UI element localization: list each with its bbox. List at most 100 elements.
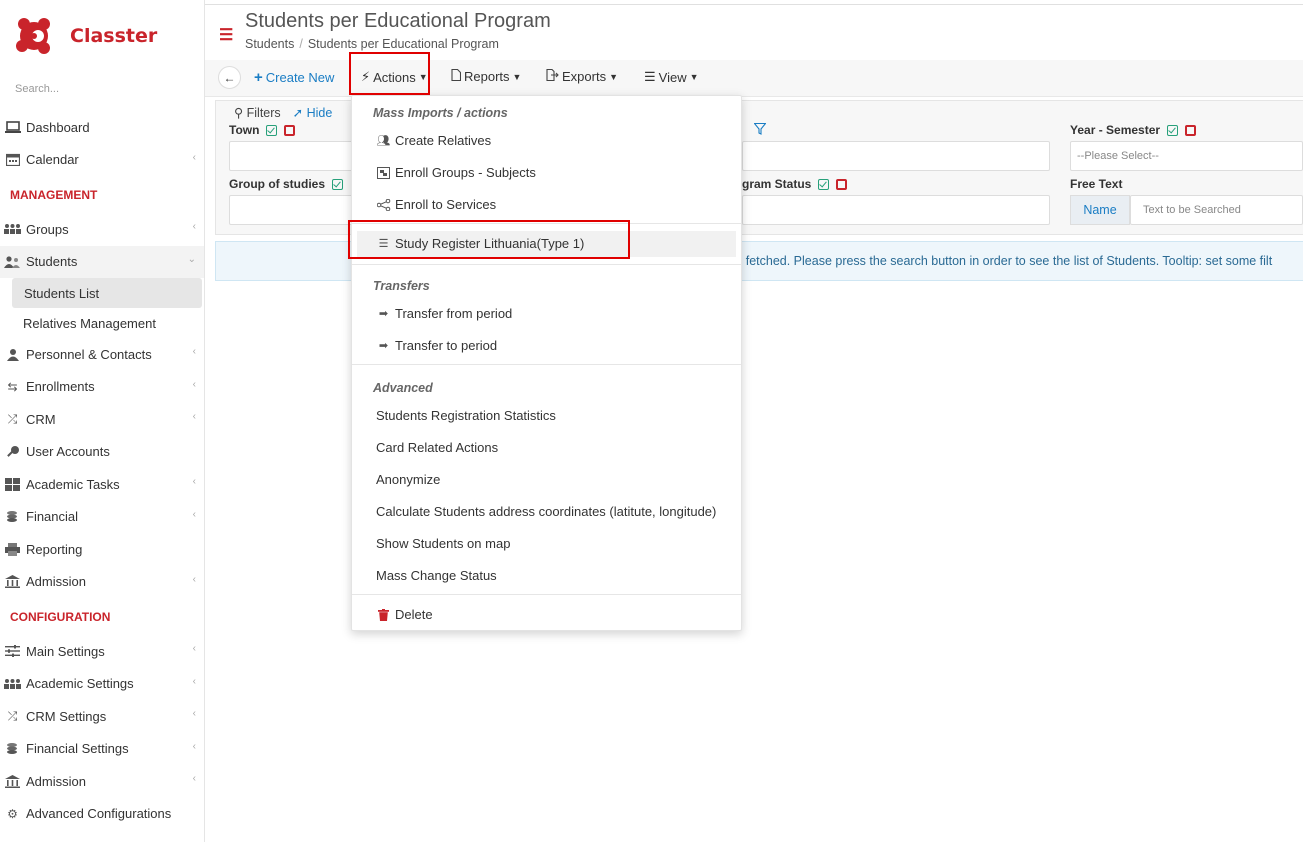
back-button[interactable]: ← (218, 66, 241, 89)
dropdown-header-transfers: Transfers (373, 279, 430, 293)
group-of-studies-filter-label: Group of studies (229, 177, 343, 191)
sidebar-item-financial-settings[interactable]: Financial Settings ‹ (0, 733, 204, 766)
view-button[interactable]: ☰ View ▼ (644, 69, 699, 85)
menu-item-transfer-to-period[interactable]: ➡ Transfer to period (376, 338, 497, 353)
group-of-studies-input[interactable] (229, 195, 359, 225)
chevron-left-icon: ‹ (192, 740, 196, 752)
actions-button[interactable]: ⚡︎ Actions ▼ (361, 69, 428, 85)
chevron-left-icon: ‹ (192, 151, 196, 163)
sidebar-item-students[interactable]: Students ⌄ (0, 245, 204, 278)
sidebar-item-label: Students (26, 254, 78, 270)
program-status-input[interactable] (742, 195, 1050, 225)
menu-item-students-registration-statistics[interactable]: Students Registration Statistics (376, 408, 556, 423)
actions-dropdown-menu: Mass Imports / actions 👥︎ Create Relative… (351, 95, 742, 631)
laptop-icon (4, 120, 21, 134)
sidebar-item-dashboard[interactable]: Dashboard (0, 111, 204, 144)
name-addon-button[interactable]: Name (1070, 195, 1130, 225)
exports-button[interactable]: Exports ▼ (546, 68, 618, 84)
dropdown-divider (352, 364, 741, 365)
caret-down-icon: ▼ (609, 71, 618, 82)
menu-item-calculate-coordinates[interactable]: Calculate Students address coordinates (… (376, 504, 716, 519)
info-message: s fetched. Please press the search butto… (736, 254, 1273, 268)
sidebar-item-admission-settings[interactable]: Admission ‹ (0, 765, 204, 798)
sidebar-subitem-relatives-management[interactable]: Relatives Management (0, 308, 204, 338)
sidebar-item-label: Academic Settings (26, 676, 134, 692)
remove-square-icon[interactable] (836, 178, 848, 190)
breadcrumb-item-students[interactable]: Students (245, 37, 294, 51)
sidebar-item-label: Advanced Configurations (26, 806, 172, 822)
menu-item-card-related-actions[interactable]: Card Related Actions (376, 440, 498, 455)
chevron-left-icon: ‹ (192, 411, 196, 422)
random-icon: ⤮ (7, 708, 18, 723)
menu-item-enroll-to-services[interactable]: Enroll to Services (376, 197, 496, 212)
sidebar-item-financial[interactable]: Financial ‹ (0, 501, 204, 534)
menu-item-create-relatives[interactable]: 👥︎ Create Relatives (376, 133, 492, 148)
chevron-left-icon: ‹ (192, 773, 196, 784)
sidebar-search-input[interactable]: Search... (15, 83, 59, 95)
sidebar-item-crm-settings[interactable]: ⤮ CRM Settings ‹ (0, 700, 204, 733)
sidebar-item-academic-settings[interactable]: Academic Settings ‹ (0, 668, 204, 701)
institution-icon (4, 575, 21, 589)
chevron-left-icon: ‹ (192, 508, 196, 520)
brand-name: Classter (70, 25, 158, 47)
reports-button[interactable]: Reports ▼ (451, 68, 521, 84)
sidebar-item-label: Calendar (26, 152, 79, 168)
year-semester-select[interactable]: --Please Select-- (1070, 141, 1303, 171)
filters-header: ⚲ Filters ➚ Hide (234, 105, 332, 120)
check-square-icon[interactable] (332, 178, 343, 190)
sidebar-item-admission[interactable]: Admission ‹ (0, 566, 204, 599)
page-title: Students per Educational Program (245, 10, 551, 32)
filter-icon[interactable] (753, 122, 767, 138)
sidebar-item-advanced-configurations[interactable]: ⚙ Advanced Configurations (0, 798, 204, 831)
classter-logo-icon (14, 14, 54, 58)
sidebar-item-enrollments[interactable]: ⇆ Enrollments ‹ (0, 371, 204, 404)
menu-item-enroll-groups-subjects[interactable]: Enroll Groups - Subjects (376, 165, 536, 180)
share-nodes-icon (376, 198, 391, 211)
menu-item-show-students-on-map[interactable]: Show Students on map (376, 536, 510, 551)
menu-item-study-register-lithuania[interactable]: ☰ Study Register Lithuania(Type 1) (376, 236, 585, 251)
sidebar-item-label: Admission (26, 574, 86, 590)
sidebar-item-label: Admission (26, 773, 86, 789)
sidebar-item-crm[interactable]: ⤮ CRM ‹ (0, 403, 204, 436)
running-icon: ➡ (378, 340, 389, 352)
logo[interactable]: Classter (14, 14, 157, 58)
sidebar-item-label: Enrollments (26, 379, 95, 395)
program-status-filter-label: gram Status (742, 177, 848, 191)
sidebar-item-groups[interactable]: Groups ‹ (0, 213, 204, 246)
institution-icon (4, 774, 21, 788)
menu-item-anonymize[interactable]: Anonymize (376, 472, 440, 487)
sidebar-item-academic-tasks[interactable]: Academic Tasks ‹ (0, 468, 204, 501)
hide-filters-link[interactable]: ➚ Hide (293, 105, 333, 120)
sliders-icon (4, 644, 21, 658)
menu-item-transfer-from-period[interactable]: ➡ Transfer from period (376, 306, 512, 321)
sidebar-subitem-students-list[interactable]: Students List (12, 278, 202, 308)
filter-input-middle-1[interactable] (742, 141, 1050, 171)
check-square-icon[interactable] (266, 124, 278, 136)
sidebar-item-user-accounts[interactable]: User Accounts (0, 436, 204, 469)
chevron-left-icon: ‹ (192, 378, 196, 390)
actions-label: Actions (373, 69, 416, 85)
sidebar-item-label: Academic Tasks (26, 476, 120, 492)
sidebar-item-personnel-contacts[interactable]: Personnel & Contacts ‹ (0, 338, 204, 371)
create-new-button[interactable]: + Create New (254, 69, 334, 86)
remove-square-icon[interactable] (1185, 124, 1197, 136)
export-icon (546, 68, 559, 84)
check-square-icon[interactable] (1167, 124, 1179, 136)
plus-icon: + (254, 69, 263, 86)
view-label: View (658, 69, 687, 85)
sidebar-item-reporting[interactable]: Reporting (0, 533, 204, 566)
check-square-icon[interactable] (818, 178, 830, 190)
menu-item-mass-change-status[interactable]: Mass Change Status (376, 568, 497, 583)
key-icon (4, 445, 21, 459)
menu-toggle-icon[interactable]: ☰ (219, 25, 233, 45)
chevron-left-icon: ‹ (192, 346, 196, 357)
chevron-left-icon: ‹ (192, 708, 196, 719)
free-text-input[interactable]: Text to be Searched (1130, 195, 1303, 225)
sidebar-item-main-settings[interactable]: Main Settings ‹ (0, 635, 204, 668)
remove-square-icon[interactable] (284, 124, 296, 136)
dropdown-divider (352, 594, 741, 595)
town-input[interactable] (229, 141, 359, 171)
menu-item-delete[interactable]: Delete (376, 607, 433, 622)
breadcrumb-item-current: Students per Educational Program (307, 37, 499, 51)
sidebar-item-calendar[interactable]: Calendar ‹ (0, 144, 204, 177)
